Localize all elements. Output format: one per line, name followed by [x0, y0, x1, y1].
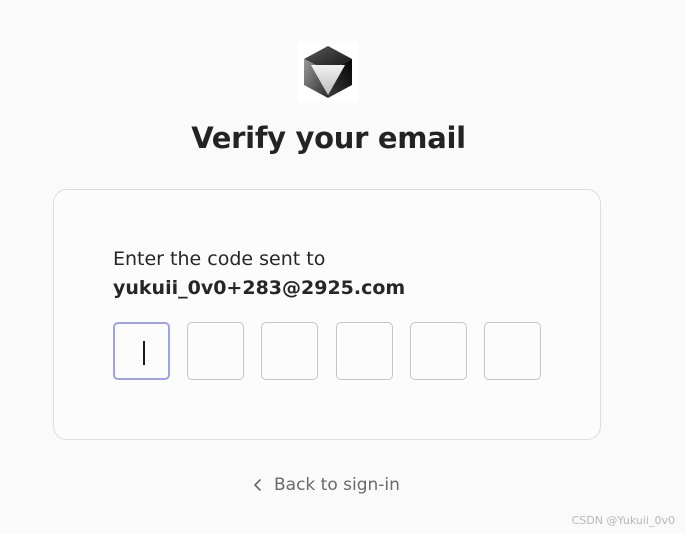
chevron-left-icon	[254, 479, 261, 491]
otp-digit-1[interactable]	[113, 322, 170, 380]
text-caret	[143, 341, 145, 365]
cube-logo-icon	[304, 46, 352, 98]
otp-digit-5[interactable]	[410, 322, 467, 380]
back-link-label: Back to sign-in	[274, 475, 400, 495]
back-to-sign-in-link[interactable]: Back to sign-in	[252, 472, 400, 498]
otp-digit-6[interactable]	[484, 322, 541, 380]
verification-card: Enter the code sent to yukuii_0v0+283@29…	[53, 189, 601, 440]
recipient-email: yukuii_0v0+283@2925.com	[113, 277, 406, 299]
watermark: CSDN @Yukuii_0v0	[571, 514, 675, 527]
brand-logo	[297, 41, 359, 103]
otp-digit-3[interactable]	[261, 322, 318, 380]
otp-digit-4[interactable]	[336, 322, 393, 380]
page-title: Verify your email	[191, 121, 466, 155]
otp-digit-2[interactable]	[187, 322, 244, 380]
code-prompt-text: Enter the code sent to	[113, 248, 326, 270]
